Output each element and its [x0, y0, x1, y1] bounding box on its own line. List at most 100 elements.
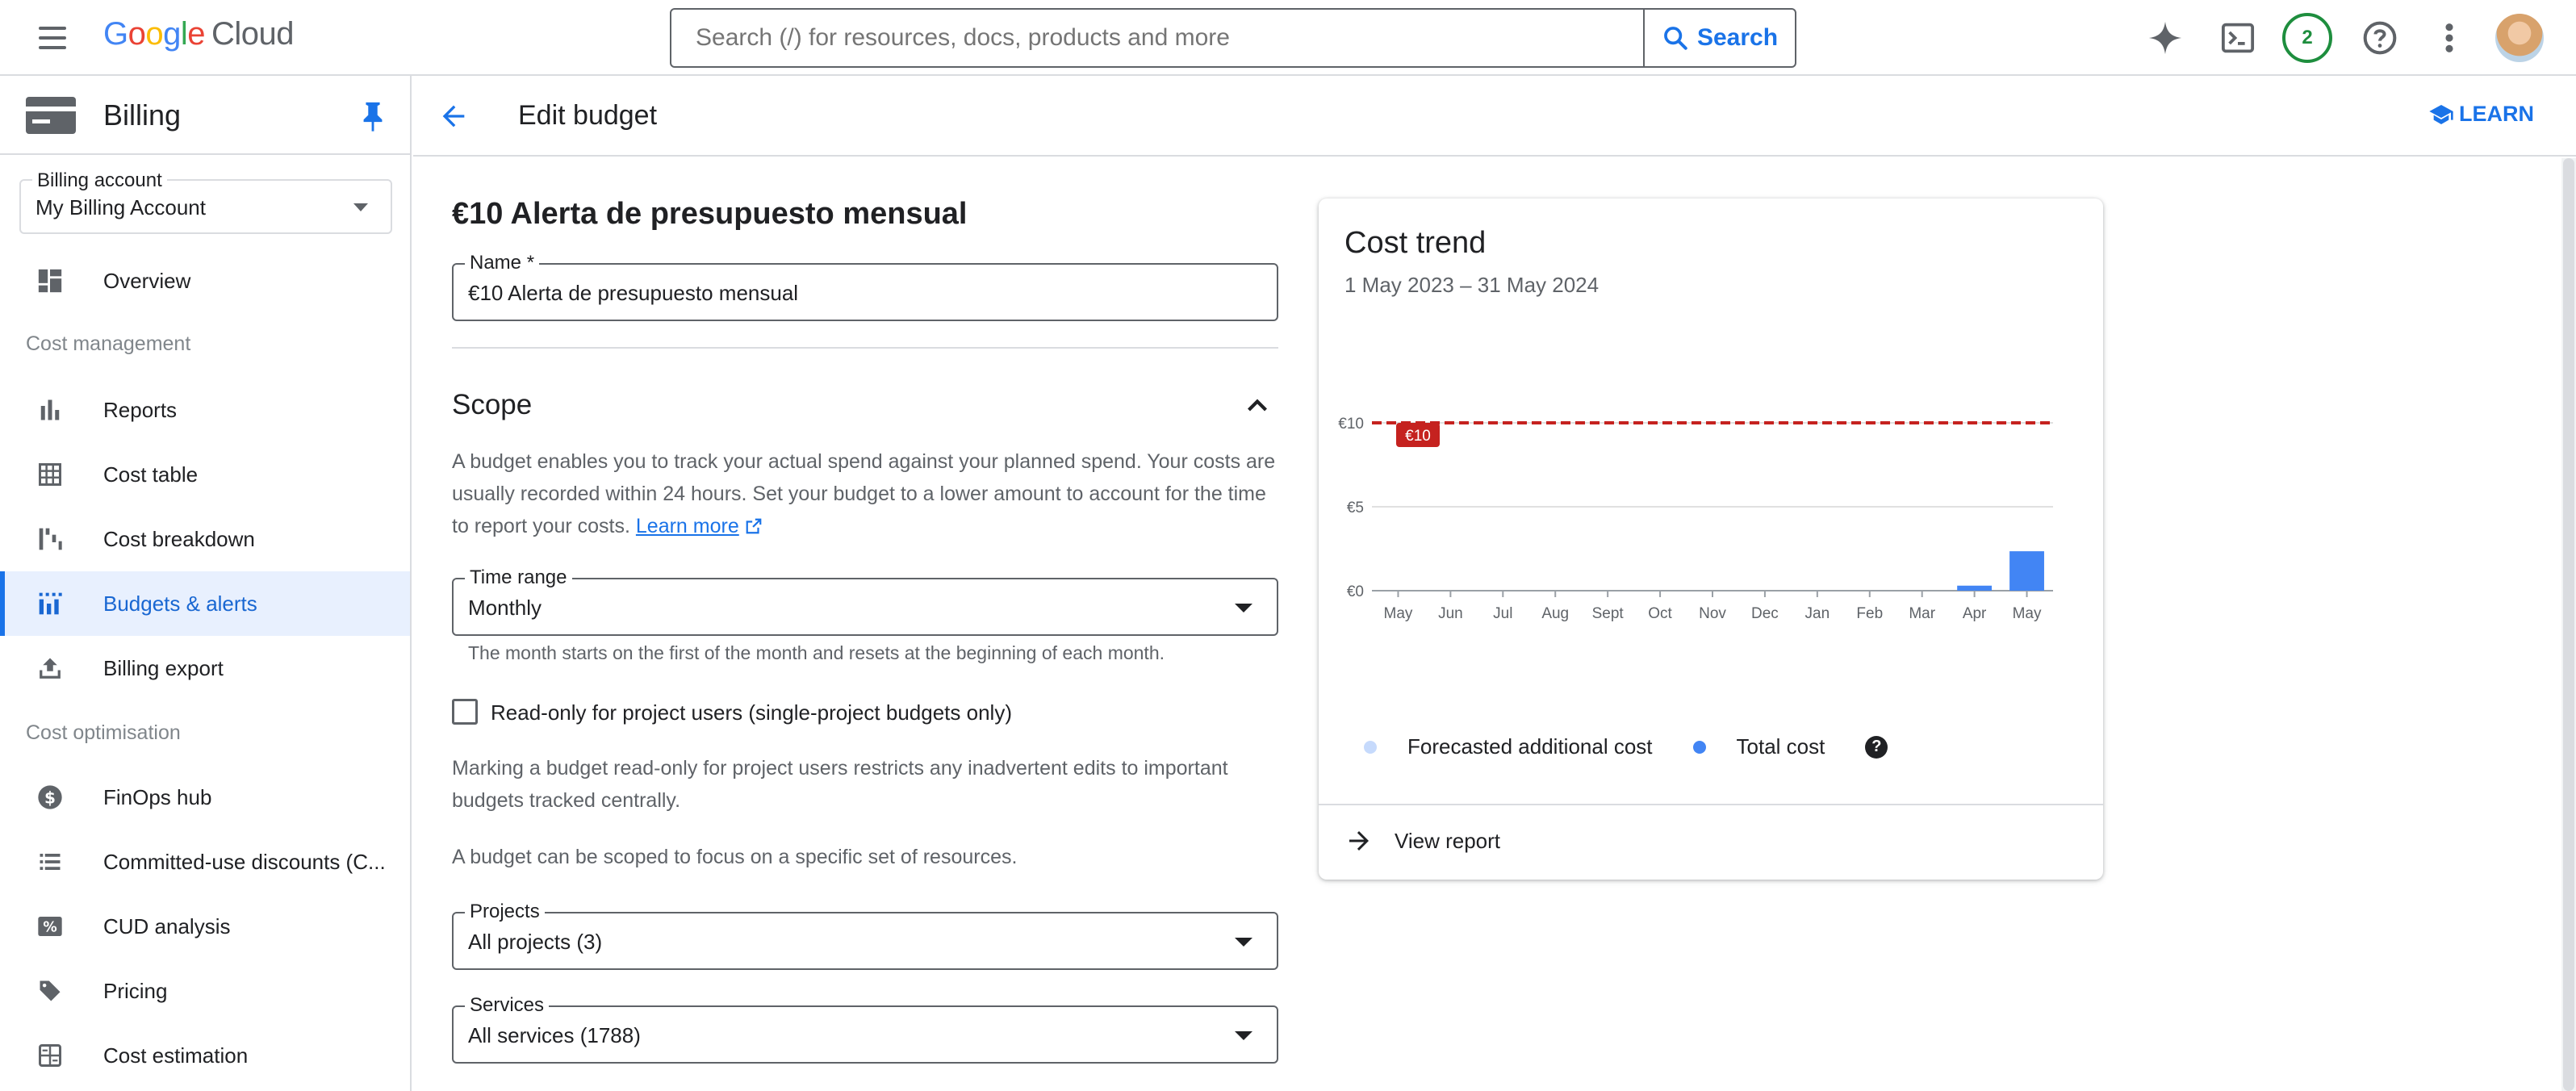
billing-account-select[interactable]: Billing account My Billing Account — [19, 169, 392, 234]
top-app-bar: GoogleCloud Search 2 — [0, 0, 2576, 76]
nav-item-billing-export[interactable]: Billing export — [0, 636, 410, 700]
nav-label: Cost estimation — [103, 1043, 249, 1068]
notifications-badge[interactable]: 2 — [2282, 13, 2332, 63]
cost-trend-card: Cost trend 1 May 2023 – 31 May 2024 €0 €5… — [1319, 199, 2103, 880]
learn-label: LEARN — [2459, 102, 2534, 126]
nav-label: Reports — [103, 397, 178, 422]
search-icon — [1664, 27, 1687, 50]
cost-trend-chart: €0 €5 €10 May Jun Jul Aug Sept Oct Nov Dec Jan Feb Ma… — [1338, 416, 2053, 622]
nav-item-cost-breakdown[interactable]: Cost breakdown — [0, 507, 410, 571]
learn-more-link[interactable]: Learn more — [636, 515, 739, 537]
time-range-hint: The month starts on the first of the mon… — [468, 642, 1165, 663]
x-tick-label: Dec — [1751, 605, 1779, 622]
legend-label-total: Total cost — [1736, 734, 1825, 759]
back-arrow-icon[interactable] — [437, 100, 470, 132]
pin-icon[interactable] — [358, 100, 387, 132]
x-tick-label: May — [1384, 605, 1413, 622]
name-field-value: €10 Alerta de presupuesto mensual — [468, 281, 799, 305]
account-avatar[interactable] — [2495, 14, 2544, 62]
x-tick-label: Mar — [1909, 605, 1935, 622]
nav-title: Billing — [103, 98, 182, 132]
budget-label-text: €10 — [1405, 428, 1431, 445]
nav-item-pricing[interactable]: Pricing — [0, 959, 410, 1023]
nav-section-cost-management: Cost management — [26, 332, 191, 355]
svg-text:$: $ — [44, 788, 56, 807]
price-tag-icon — [36, 976, 65, 1005]
legend-item-total[interactable]: Total cost — [1692, 734, 1825, 759]
google-cloud-logo[interactable]: Google Cloud — [103, 16, 295, 52]
readonly-description: Marking a budget read-only for project u… — [452, 757, 1228, 812]
nav-item-reports[interactable]: Reports — [0, 378, 410, 442]
nav-label: Budgets & alerts — [103, 591, 257, 616]
projects-select[interactable]: Projects All projects (3) — [452, 901, 1278, 970]
help-icon[interactable] — [2356, 15, 2403, 61]
arrow-forward-icon — [1349, 831, 1369, 851]
nav-label: Committed-use discounts (C... — [103, 849, 386, 874]
cloud-shell-icon[interactable] — [2214, 15, 2261, 61]
nav-label: Pricing — [103, 978, 168, 1003]
page-title: Edit budget — [518, 100, 658, 131]
help-icon[interactable]: ? — [1865, 735, 1888, 759]
nav-item-cud-analysis[interactable]: % CUD analysis — [0, 894, 410, 959]
nav-label: CUD analysis — [103, 913, 231, 938]
services-select[interactable]: Services All services (1788) — [452, 994, 1278, 1064]
gemini-sparkle-icon[interactable] — [2142, 15, 2189, 61]
x-tick-label: Nov — [1699, 605, 1726, 622]
search-input[interactable] — [671, 10, 1643, 66]
percent-tag-icon: % — [36, 912, 65, 941]
time-range-select[interactable]: Time range Monthly — [452, 566, 1278, 636]
nav-item-cost-table[interactable]: Cost table — [0, 442, 410, 507]
nav-section-cost-optimisation: Cost optimisation — [26, 721, 181, 744]
name-field-label: Name * — [465, 252, 540, 274]
nav-label: Billing export — [103, 655, 224, 680]
x-tick-label: Feb — [1856, 605, 1883, 622]
nav-item-budgets-alerts[interactable]: Budgets & alerts — [0, 571, 410, 636]
cost-trend-date-range: 1 May 2023 – 31 May 2024 — [1344, 273, 1600, 297]
main-menu-icon[interactable] — [36, 22, 68, 54]
svg-text:%: % — [43, 920, 56, 936]
billing-side-nav: Billing Billing account My Billing Accou… — [0, 76, 412, 1091]
cost-trend-title: Cost trend — [1344, 226, 1487, 260]
x-tick-label: Sept — [1592, 605, 1625, 622]
services-value: All services (1788) — [468, 1023, 641, 1047]
name-field[interactable]: Name * €10 Alerta de presupuesto mensual — [452, 252, 1278, 321]
upload-icon — [36, 654, 65, 683]
school-icon — [2429, 104, 2453, 124]
services-label: Services — [465, 994, 550, 1017]
nav-item-finops-hub[interactable]: $ FinOps hub — [0, 765, 410, 830]
nav-item-overview[interactable]: Overview — [0, 249, 410, 313]
scope-description: A budget enables you to track your actua… — [452, 445, 1278, 542]
x-tick-label: Jul — [1493, 605, 1512, 622]
legend-label-forecast: Forecasted additional cost — [1407, 734, 1653, 759]
x-tick-label: Jan — [1805, 605, 1830, 622]
legend-swatch-total — [1692, 740, 1706, 754]
chevron-up-icon[interactable] — [1243, 391, 1272, 420]
readonly-checkbox[interactable] — [452, 699, 478, 725]
learn-button[interactable]: LEARN — [2428, 102, 2534, 127]
search-button-label: Search — [1696, 24, 1779, 51]
dropdown-arrow-icon — [1235, 938, 1252, 947]
y-tick-label: €5 — [1347, 500, 1364, 516]
legend-item-forecast[interactable]: Forecasted additional cost — [1364, 734, 1653, 759]
nav-label: Cost breakdown — [103, 526, 255, 551]
view-report-label: View report — [1395, 828, 1501, 853]
time-range-value: Monthly — [468, 596, 542, 620]
time-range-label: Time range — [465, 566, 572, 589]
bar-total-cost — [1957, 585, 1993, 591]
projects-value: All projects (3) — [468, 930, 603, 954]
bar-total-cost — [2009, 551, 2044, 591]
more-vert-icon[interactable] — [2426, 15, 2473, 61]
calculator-icon — [36, 1041, 65, 1070]
view-report-button[interactable]: View report — [1344, 826, 1500, 855]
budgets-icon — [36, 589, 65, 618]
nav-item-committed-use-discounts[interactable]: Committed-use discounts (C... — [0, 830, 410, 894]
nav-label: FinOps hub — [103, 784, 212, 809]
table-icon — [36, 460, 65, 489]
dropdown-arrow-icon — [1235, 1031, 1252, 1040]
chart-legend: Forecasted additional cost Total cost ? — [1364, 734, 1888, 759]
y-tick-label: €10 — [1338, 416, 1364, 433]
scrollbar-thumb[interactable] — [2563, 158, 2574, 1091]
bar-chart-icon — [36, 395, 65, 424]
search-button[interactable]: Search — [1643, 10, 1795, 66]
nav-item-cost-estimation[interactable]: Cost estimation — [0, 1023, 410, 1088]
